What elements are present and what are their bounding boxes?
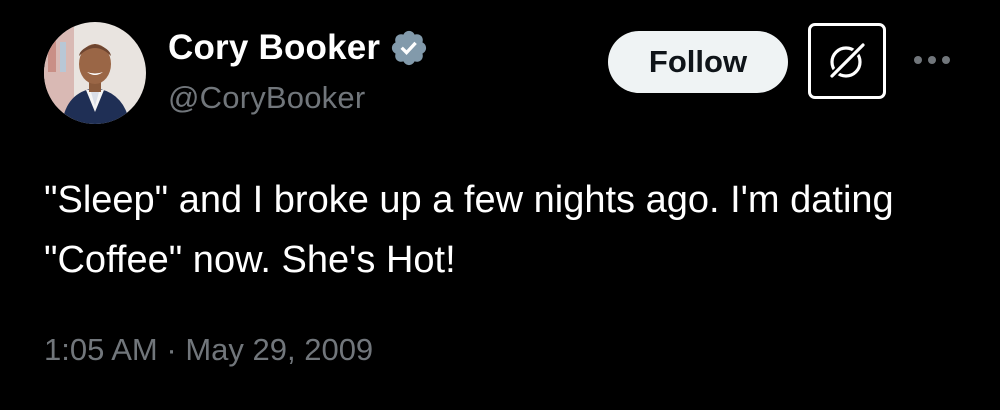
more-icon bbox=[942, 56, 950, 64]
tweet-timestamp[interactable]: 1:05 AM · May 29, 2009 bbox=[44, 332, 373, 368]
avatar[interactable] bbox=[44, 22, 146, 124]
tweet-date: May 29, 2009 bbox=[185, 332, 374, 367]
tweet-card: Cory Booker @CoryBooker Follow "Sleep" a… bbox=[0, 0, 1000, 410]
tweet-time: 1:05 AM bbox=[44, 332, 158, 367]
grok-icon bbox=[828, 42, 866, 80]
grok-button[interactable] bbox=[808, 23, 886, 99]
follow-button[interactable]: Follow bbox=[608, 31, 788, 93]
timestamp-separator: · bbox=[166, 332, 177, 367]
verified-badge-icon[interactable] bbox=[389, 28, 429, 68]
more-options-button[interactable] bbox=[908, 40, 956, 80]
tweet-text: "Sleep" and I broke up a few nights ago.… bbox=[44, 179, 894, 281]
author-name-row: Cory Booker bbox=[168, 26, 429, 70]
author-handle[interactable]: @CoryBooker bbox=[168, 80, 365, 116]
display-name[interactable]: Cory Booker bbox=[168, 28, 380, 68]
more-icon bbox=[928, 56, 936, 64]
more-icon bbox=[914, 56, 922, 64]
